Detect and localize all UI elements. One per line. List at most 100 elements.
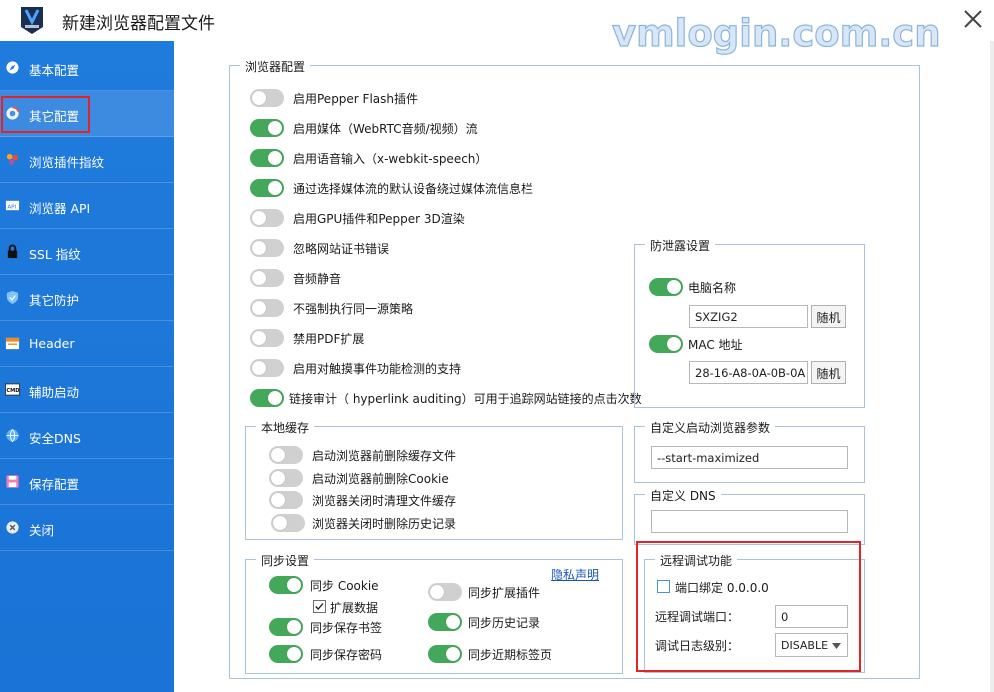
toggle-ignore-cert-errors[interactable] <box>250 239 284 257</box>
api-icon: API <box>5 200 20 210</box>
toggle-sync-cookie[interactable] <box>269 576 303 594</box>
group-legend: 防泄露设置 <box>645 237 716 254</box>
toggle-clear-history-on-close[interactable] <box>271 514 305 532</box>
option-label: 启用对触摸事件功能检测的支持 <box>293 362 462 376</box>
sync-bookmarks-label: 同步保存书签 <box>310 621 383 635</box>
port-bind-checkbox[interactable] <box>657 580 670 593</box>
sidebar-item-other-protection[interactable]: 其它防护 <box>0 275 174 321</box>
toggle-hyperlink-auditing[interactable] <box>250 389 284 407</box>
random-mac-button[interactable]: 随机 <box>811 361 846 384</box>
sidebar-item-label: 浏览器 API <box>29 201 91 216</box>
watermark: vmlogin.com.cn <box>611 11 941 55</box>
mac-address-input[interactable]: 28-16-A8-0A-0B-0A <box>689 361 808 384</box>
sidebar-item-basic[interactable]: 基本配置 <box>0 45 174 91</box>
plugin-icon <box>6 153 19 166</box>
option-label: 音频静音 <box>293 272 342 286</box>
debug-port-label: 远程调试端口： <box>655 610 740 624</box>
sidebar-item-plugin-fingerprint[interactable]: 浏览插件指纹 <box>0 137 174 183</box>
dns-icon <box>6 429 19 443</box>
compass-icon <box>6 61 19 74</box>
sidebar-item-label: Header <box>29 336 75 351</box>
toggle-sync-bookmarks[interactable] <box>269 618 303 636</box>
group-legend: 浏览器配置 <box>240 58 311 75</box>
computer-name-input[interactable]: SXZIG2 <box>689 305 808 328</box>
port-bind-label: 端口绑定 0.0.0.0 <box>675 581 769 595</box>
sidebar-item-label: 其它防护 <box>29 293 80 308</box>
sync-cookie-label: 同步 Cookie <box>310 579 379 593</box>
option-label: 通过选择媒体流的默认设备绕过媒体流信息栏 <box>293 182 534 196</box>
toggle-sync-history[interactable] <box>428 613 462 631</box>
chrome-icon <box>6 106 20 120</box>
sidebar-item-label: 安全DNS <box>29 431 81 446</box>
toggle-mute-audio[interactable] <box>250 269 284 287</box>
sidebar-item-other[interactable]: 其它配置 <box>0 91 174 137</box>
app-logo-icon <box>21 7 43 34</box>
group-legend: 远程调试功能 <box>655 552 738 569</box>
sidebar-item-assist-launch[interactable]: CMD 辅助启动 <box>0 367 174 413</box>
sidebar-item-save-config[interactable]: 保存配置 <box>0 459 174 505</box>
extension-data-checkbox[interactable] <box>313 600 326 613</box>
toggle-computer-name[interactable] <box>649 278 683 296</box>
option-label: 启用媒体（WebRTC音频/视频）流 <box>293 122 478 136</box>
sync-history-label: 同步历史记录 <box>468 616 541 630</box>
close-icon[interactable] <box>958 4 988 34</box>
toggle-sync-extensions[interactable] <box>428 583 462 601</box>
shield-icon <box>6 290 19 305</box>
option-label: 链接审计（ hyperlink auditing）可用于追踪网站链接的点击次数 <box>289 392 642 406</box>
header-icon <box>5 337 20 350</box>
toggle-gpu-pepper3d[interactable] <box>250 209 284 227</box>
sidebar-item-close[interactable]: 关闭 <box>0 505 174 551</box>
sidebar-item-label: 其它配置 <box>29 109 80 124</box>
sidebar-item-secure-dns[interactable]: 安全DNS <box>0 413 174 459</box>
toggle-clear-cache-before-launch[interactable] <box>269 446 303 464</box>
toggle-bypass-media-infobar[interactable] <box>250 179 284 197</box>
toggle-sync-passwords[interactable] <box>269 645 303 663</box>
log-level-label: 调试日志级别： <box>655 639 740 653</box>
group-legend: 自定义 DNS <box>645 487 721 504</box>
toggle-sync-recent-tabs[interactable] <box>428 645 462 663</box>
toggle-mac-address[interactable] <box>649 335 683 353</box>
option-label: 启用语音输入（x-webkit-speech） <box>293 152 488 166</box>
toggle-pepper-flash[interactable] <box>250 89 284 107</box>
svg-text:CMD: CMD <box>6 388 19 394</box>
option-label: 启用GPU插件和Pepper 3D渲染 <box>293 212 465 226</box>
sidebar-item-label: 浏览插件指纹 <box>29 155 105 170</box>
log-level-value: DISABLE <box>781 639 829 652</box>
option-label: 启动浏览器前删除缓存文件 <box>312 449 457 463</box>
option-label: 浏览器关闭时清理文件缓存 <box>312 494 457 508</box>
debug-port-input[interactable]: 0 <box>775 605 848 628</box>
toggle-clear-file-cache-on-close[interactable] <box>269 491 303 509</box>
sidebar-item-header[interactable]: Header <box>0 321 174 367</box>
title-bar: 新建浏览器配置文件 vmlogin.com.cn <box>0 0 994 56</box>
option-label: 浏览器关闭时删除历史记录 <box>312 517 457 531</box>
sync-extensions-label: 同步扩展插件 <box>468 586 541 600</box>
log-level-select[interactable]: DISABLE <box>775 633 848 657</box>
random-computer-name-button[interactable]: 随机 <box>811 305 846 328</box>
cmd-icon: CMD <box>5 383 20 396</box>
toggle-disable-pdf[interactable] <box>250 329 284 347</box>
sidebar-item-label: SSL 指纹 <box>29 247 81 262</box>
toggle-speech-input[interactable] <box>250 149 284 167</box>
toggle-media-stream[interactable] <box>250 119 284 137</box>
sidebar-item-label: 基本配置 <box>29 63 80 78</box>
mac-address-label: MAC 地址 <box>688 338 743 352</box>
sidebar: 基本配置 其它配置 浏览插件指纹 API 浏览器 API SSL 指纹 其它防护… <box>0 41 174 692</box>
option-label: 启动浏览器前删除Cookie <box>312 472 449 486</box>
toggle-touch-events[interactable] <box>250 359 284 377</box>
privacy-statement-link[interactable]: 隐私声明 <box>551 566 599 583</box>
toggle-same-origin-policy[interactable] <box>250 299 284 317</box>
sidebar-item-label: 关闭 <box>29 523 55 538</box>
sync-passwords-label: 同步保存密码 <box>310 648 383 662</box>
option-label: 禁用PDF扩展 <box>293 332 365 346</box>
window-edge <box>990 41 994 692</box>
option-label: 启用Pepper Flash插件 <box>293 92 419 106</box>
custom-dns-input[interactable] <box>651 510 848 533</box>
sidebar-item-ssl[interactable]: SSL 指纹 <box>0 229 174 275</box>
lock-icon <box>7 244 18 259</box>
toggle-clear-cookie-before-launch[interactable] <box>269 469 303 487</box>
group-legend: 同步设置 <box>256 552 315 569</box>
launch-params-input[interactable]: --start-maximized <box>651 446 848 469</box>
group-legend: 自定义启动浏览器参数 <box>645 419 776 436</box>
sidebar-item-browser-api[interactable]: API 浏览器 API <box>0 183 174 229</box>
save-icon <box>6 475 19 488</box>
